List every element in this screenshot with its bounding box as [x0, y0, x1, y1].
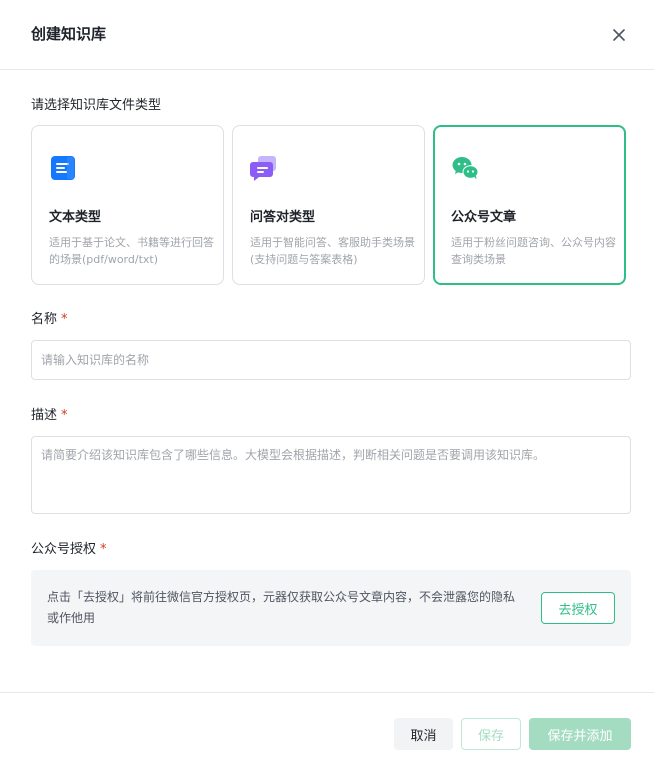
- name-label-text: 名称: [31, 312, 58, 327]
- type-card-name: 公众号文章: [451, 210, 517, 225]
- type-card-description: 适用于基于论文、书籍等进行回答的场景(pdf/word/txt): [49, 236, 214, 266]
- close-icon: [613, 29, 625, 41]
- document-icon: [51, 156, 75, 180]
- name-input[interactable]: [31, 340, 631, 380]
- wechat-icon: [452, 157, 479, 180]
- description-label-text: 描述: [31, 408, 58, 423]
- description-input[interactable]: [31, 436, 631, 514]
- type-card-description: 适用于智能问答、客服助手类场景(支持问题与答案表格): [250, 236, 415, 266]
- type-card-description: 适用于粉丝问题咨询、公众号内容查询类场景: [451, 236, 616, 266]
- save-and-add-button[interactable]: 保存并添加: [529, 718, 631, 750]
- type-card-name: 问答对类型: [250, 210, 316, 225]
- type-card-text[interactable]: 文本类型 适用于基于论文、书籍等进行回答的场景(pdf/word/txt): [31, 125, 224, 285]
- required-mark: *: [61, 408, 68, 423]
- footer-divider: [0, 692, 654, 693]
- type-card-wechat-article[interactable]: 公众号文章 适用于粉丝问题咨询、公众号内容查询类场景: [433, 125, 626, 285]
- close-button[interactable]: [608, 24, 630, 46]
- auth-notice-box: 点击「去授权」将前往微信官方授权页，元器仅获取公众号文章内容，不会泄露您的隐私或…: [31, 570, 631, 646]
- auth-label-text: 公众号授权: [31, 542, 97, 557]
- auth-notice-text: 点击「去授权」将前往微信官方授权页，元器仅获取公众号文章内容，不会泄露您的隐私或…: [47, 590, 516, 625]
- dialog-header: 创建知识库: [0, 0, 654, 70]
- type-section-label: 请选择知识库文件类型: [31, 98, 162, 113]
- description-field-label: 描述 *: [31, 407, 68, 425]
- type-card-qa[interactable]: 问答对类型 适用于智能问答、客服助手类场景(支持问题与答案表格): [232, 125, 425, 285]
- dialog-title: 创建知识库: [31, 25, 107, 43]
- auth-field-label: 公众号授权 *: [31, 541, 107, 559]
- required-mark: *: [61, 312, 68, 327]
- name-field-label: 名称 *: [31, 311, 68, 329]
- qa-chat-icon: [250, 156, 276, 181]
- authorize-button[interactable]: 去授权: [541, 592, 615, 624]
- save-button[interactable]: 保存: [461, 718, 521, 750]
- required-mark: *: [100, 542, 107, 557]
- cancel-button[interactable]: 取消: [394, 718, 453, 750]
- type-card-name: 文本类型: [49, 210, 102, 225]
